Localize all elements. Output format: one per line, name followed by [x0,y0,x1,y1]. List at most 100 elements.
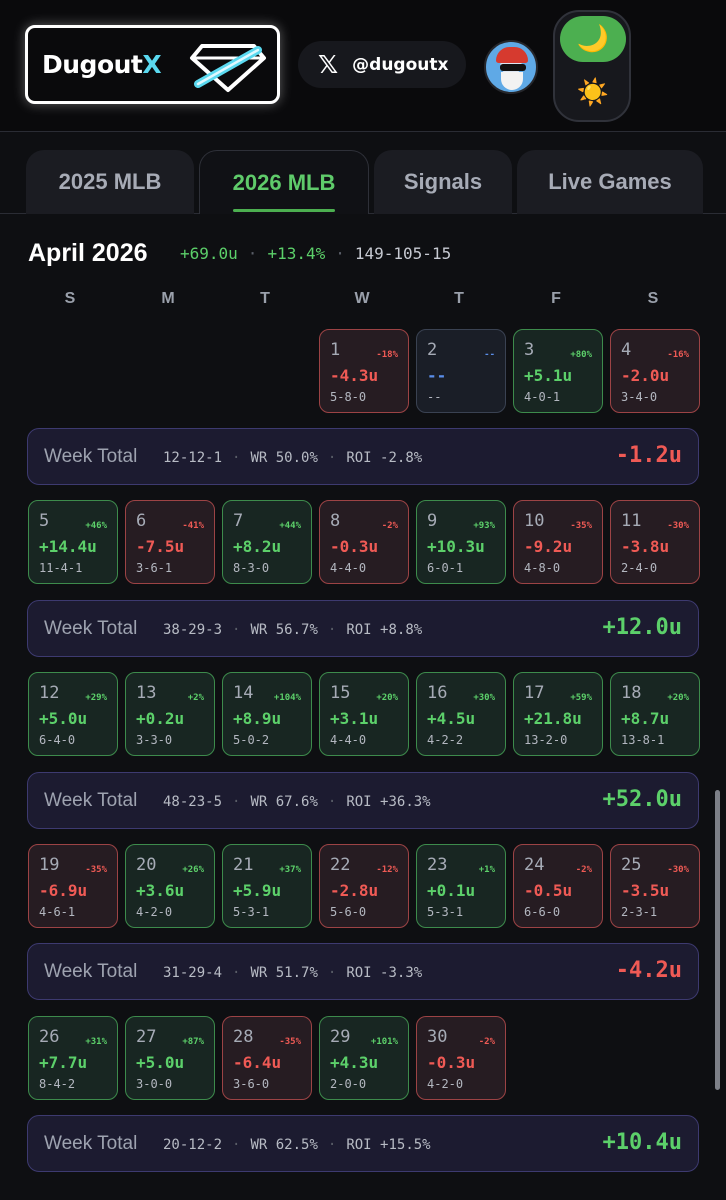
week-total-row[interactable]: Week Total 12-12-1 · WR 50.0% · ROI -2.8% -1.2… [27,428,699,485]
day-cell[interactable]: 21 +37% +5.9u 5-3-1 [222,844,312,928]
tab-2025-mlb[interactable]: 2025 MLB [26,150,194,214]
day-cell[interactable]: 22 -12% -2.8u 5-6-0 [319,844,409,928]
day-record: 2-4-0 [621,561,658,575]
day-number: 24 [524,855,545,875]
dark-mode-button[interactable]: 🌙 [560,16,626,62]
day-cell[interactable]: 15 +20% +3.1u 4-4-0 [319,672,409,756]
day-number: 28 [233,1027,254,1047]
week-stats: 48-23-5 · WR 67.6% · ROI +36.3% [163,794,431,810]
day-cell[interactable]: 14 +104% +8.9u 5-0-2 [222,672,312,756]
week-win-rate: WR 50.0% [250,450,318,466]
day-cell[interactable]: 27 +87% +5.0u 3-0-0 [125,1016,215,1100]
weekday-label: S [647,290,659,307]
scrollbar[interactable] [715,790,720,1090]
week-total-row[interactable]: Week Total 31-29-4 · WR 51.7% · ROI -3.3% -4.2… [27,943,699,1000]
user-avatar[interactable] [484,40,538,94]
day-record: 3-6-0 [233,1077,270,1091]
day-cell[interactable]: 24 -2% -0.5u 6-6-0 [513,844,603,928]
day-number: 17 [524,683,545,703]
day-cell[interactable]: 25 -30% -3.5u 2-3-1 [610,844,700,928]
week-total-row[interactable]: Week Total 38-29-3 · WR 56.7% · ROI +8.8% +12.… [27,600,699,657]
day-units: -0.3u [330,537,379,556]
day-cell[interactable]: 16 +30% +4.5u 4-2-2 [416,672,506,756]
week-stats: 20-12-2 · WR 62.5% · ROI +15.5% [163,1137,431,1153]
day-cell[interactable]: 28 -35% -6.4u 3-6-0 [222,1016,312,1100]
day-cell[interactable]: 6 -41% -7.5u 3-6-1 [125,500,215,584]
day-cell[interactable]: 13 +2% +0.2u 3-3-0 [125,672,215,756]
day-cell[interactable]: 23 +1% +0.1u 5-3-1 [416,844,506,928]
day-number: 2 [427,340,438,360]
tab-2026-mlb[interactable]: 2026 MLB [199,150,369,214]
week-total-row[interactable]: Week Total 48-23-5 · WR 67.6% · ROI +36.3% +52… [27,772,699,829]
day-number: 22 [330,855,351,875]
week-roi: ROI -2.8% [346,450,423,466]
day-record: 4-2-0 [136,905,173,919]
day-number: 11 [621,511,642,531]
tab-live-games[interactable]: Live Games [517,150,703,214]
separator: · [232,1137,241,1153]
day-cell[interactable]: 8 -2% -0.3u 4-4-0 [319,500,409,584]
day-roi: +87% [182,1037,204,1047]
day-number: 30 [427,1027,448,1047]
x-profile-link[interactable]: 𝕏 @dugoutx [298,41,466,88]
day-roi: -35% [85,865,107,875]
day-number: 1 [330,340,341,360]
day-record: 5-6-0 [330,905,367,919]
day-units: +4.3u [330,1053,379,1072]
sun-icon: ☀️ [576,78,610,108]
day-record: 5-0-2 [233,733,270,747]
month-title: April 2026 [28,239,148,267]
day-cell[interactable]: 11 -30% -3.8u 2-4-0 [610,500,700,584]
day-roi: +31% [85,1037,107,1047]
day-roi: -30% [667,865,689,875]
day-number: 10 [524,511,545,531]
day-cell[interactable]: 20 +26% +3.6u 4-2-0 [125,844,215,928]
day-number: 4 [621,340,632,360]
day-units: -- [427,366,447,385]
day-cell[interactable]: 26 +31% +7.7u 8-4-2 [28,1016,118,1100]
day-record: 6-0-1 [427,561,464,575]
day-cell[interactable]: 17 +59% +21.8u 13-2-0 [513,672,603,756]
day-units: -7.5u [136,537,185,556]
day-roi: -30% [667,521,689,531]
day-cell[interactable]: 12 +29% +5.0u 6-4-0 [28,672,118,756]
day-units: +5.1u [524,366,573,385]
day-roi: +1% [478,865,495,875]
day-number: 5 [39,511,50,531]
tab-label: 2026 MLB [232,169,336,195]
day-number: 16 [427,683,448,703]
day-units: -9.2u [524,537,573,556]
week-stats: 38-29-3 · WR 56.7% · ROI +8.8% [163,622,422,638]
day-cell[interactable]: 1 -18% -4.3u 5-8-0 [319,329,409,413]
day-number: 9 [427,511,438,531]
tab-signals[interactable]: Signals [374,150,512,214]
dugoutx-logo[interactable]: DugoutX [25,25,280,104]
day-cell[interactable]: 2 -- -- -- [416,329,506,413]
day-record: 4-4-0 [330,561,367,575]
day-units: +4.5u [427,709,476,728]
day-units: -3.8u [621,537,670,556]
day-cell[interactable]: 30 -2% -0.3u 4-2-0 [416,1016,506,1100]
day-cell[interactable]: 5 +46% +14.4u 11-4-1 [28,500,118,584]
diamond-bat-icon [190,44,266,92]
separator: · [232,965,241,981]
day-cell[interactable]: 4 -16% -2.0u 3-4-0 [610,329,700,413]
day-cell[interactable]: 18 +20% +8.7u 13-8-1 [610,672,700,756]
day-cell[interactable]: 10 -35% -9.2u 4-8-0 [513,500,603,584]
day-roi: +20% [376,693,398,703]
day-record: 3-6-1 [136,561,173,575]
day-record: 13-8-1 [621,733,665,747]
week-record: 48-23-5 [163,794,223,810]
avatar-glasses-shape [500,64,526,71]
week-total-row[interactable]: Week Total 20-12-2 · WR 62.5% · ROI +15.5% +10… [27,1115,699,1172]
day-cell[interactable]: 19 -35% -6.9u 4-6-1 [28,844,118,928]
weekday-label: S [64,290,76,307]
day-cell[interactable]: 9 +93% +10.3u 6-0-1 [416,500,506,584]
day-cell[interactable]: 7 +44% +8.2u 8-3-0 [222,500,312,584]
day-roi: +20% [667,693,689,703]
day-units: -2.8u [330,881,379,900]
light-mode-button[interactable]: ☀️ [560,70,626,116]
day-record: 4-8-0 [524,561,561,575]
day-cell[interactable]: 29 +101% +4.3u 2-0-0 [319,1016,409,1100]
day-cell[interactable]: 3 +80% +5.1u 4-0-1 [513,329,603,413]
